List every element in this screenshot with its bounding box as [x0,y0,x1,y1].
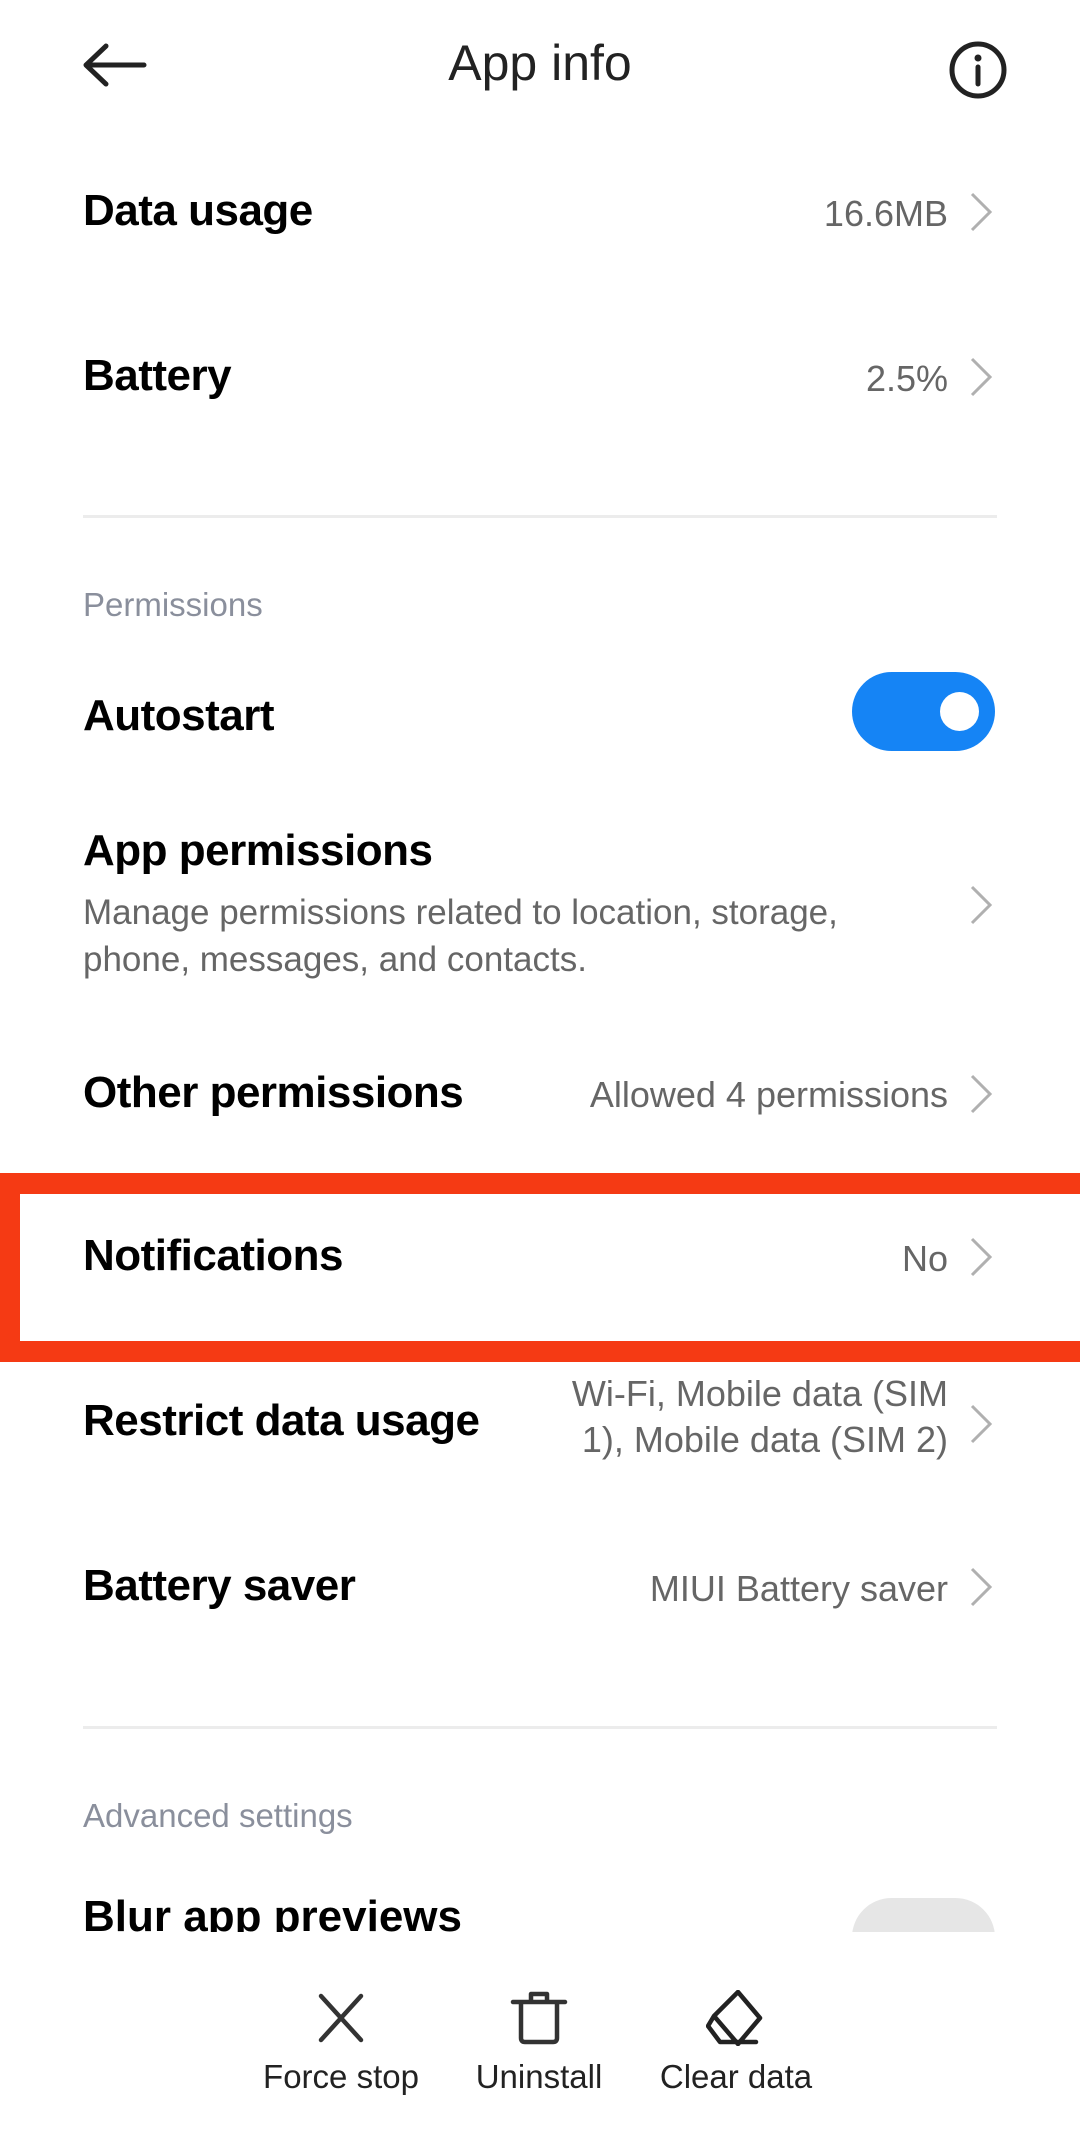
chevron-right-icon [970,1404,993,1444]
trash-icon [510,1991,568,2045]
chevron-right-icon [970,1567,993,1607]
toggle-knob [940,692,979,731]
other-permissions-label: Other permissions [83,1068,464,1117]
chevron-right-icon [970,357,993,397]
app-permissions-description-line2: phone, messages, and contacts. [83,940,587,979]
other-permissions-row[interactable]: Other permissions Allowed 4 permissions [0,1030,1080,1155]
app-permissions-row[interactable]: App permissions Manage permissions relat… [0,800,1080,990]
clear-data-button[interactable]: Clear data [641,1990,831,2096]
chevron-right-icon [970,192,993,232]
restrict-data-usage-label: Restrict data usage [83,1396,480,1445]
battery-saver-label: Battery saver [83,1561,356,1610]
info-circle-icon [949,41,1007,99]
battery-saver-value: MIUI Battery saver [649,1568,948,1609]
app-permissions-label: App permissions [83,826,433,875]
divider [83,515,997,518]
restrict-data-usage-row[interactable]: Restrict data usage Wi-Fi, Mobile data (… [0,1365,1080,1505]
close-x-icon [318,1993,364,2043]
other-permissions-value: Allowed 4 permissions [589,1074,948,1115]
chevron-right-icon [970,1074,993,1114]
force-stop-label: Force stop [263,2058,419,2095]
clear-data-label: Clear data [659,2058,813,2095]
blur-app-previews-label: Blur app previews [83,1892,463,1932]
notifications-row[interactable]: Notifications No [0,1194,1080,1319]
battery-label: Battery [83,351,232,400]
restrict-data-usage-value-line2: 1), Mobile data (SIM 2) [581,1419,948,1460]
notifications-label: Notifications [83,1231,343,1280]
chevron-right-icon [970,1237,993,1277]
section-header-permissions: Permissions [83,586,263,623]
notifications-value: No [901,1238,948,1279]
uninstall-button[interactable]: Uninstall [444,1990,634,2096]
info-button[interactable] [946,38,1010,102]
blur-app-previews-toggle[interactable] [852,1898,995,1932]
section-header-advanced-settings: Advanced settings [83,1797,353,1834]
divider [83,1726,997,1729]
uninstall-label: Uninstall [475,2058,603,2095]
eraser-icon [706,1990,763,2046]
app-permissions-description-line1: Manage permissions related to location, … [83,893,838,932]
blur-app-previews-row[interactable]: Blur app previews [0,1890,1080,1932]
restrict-data-usage-value-line1: Wi-Fi, Mobile data (SIM [571,1373,948,1414]
autostart-label: Autostart [83,691,275,740]
battery-row[interactable]: Battery 2.5% [0,315,1080,435]
data-usage-row[interactable]: Data usage 16.6MB [0,150,1080,270]
autostart-toggle[interactable] [852,672,995,751]
data-usage-label: Data usage [83,186,313,235]
battery-value: 2.5% [865,358,948,399]
data-usage-value: 16.6MB [823,193,948,234]
battery-saver-row[interactable]: Battery saver MIUI Battery saver [0,1525,1080,1650]
page-title: App info [448,35,632,91]
chevron-right-icon [970,885,993,925]
force-stop-button[interactable]: Force stop [246,1990,436,2096]
